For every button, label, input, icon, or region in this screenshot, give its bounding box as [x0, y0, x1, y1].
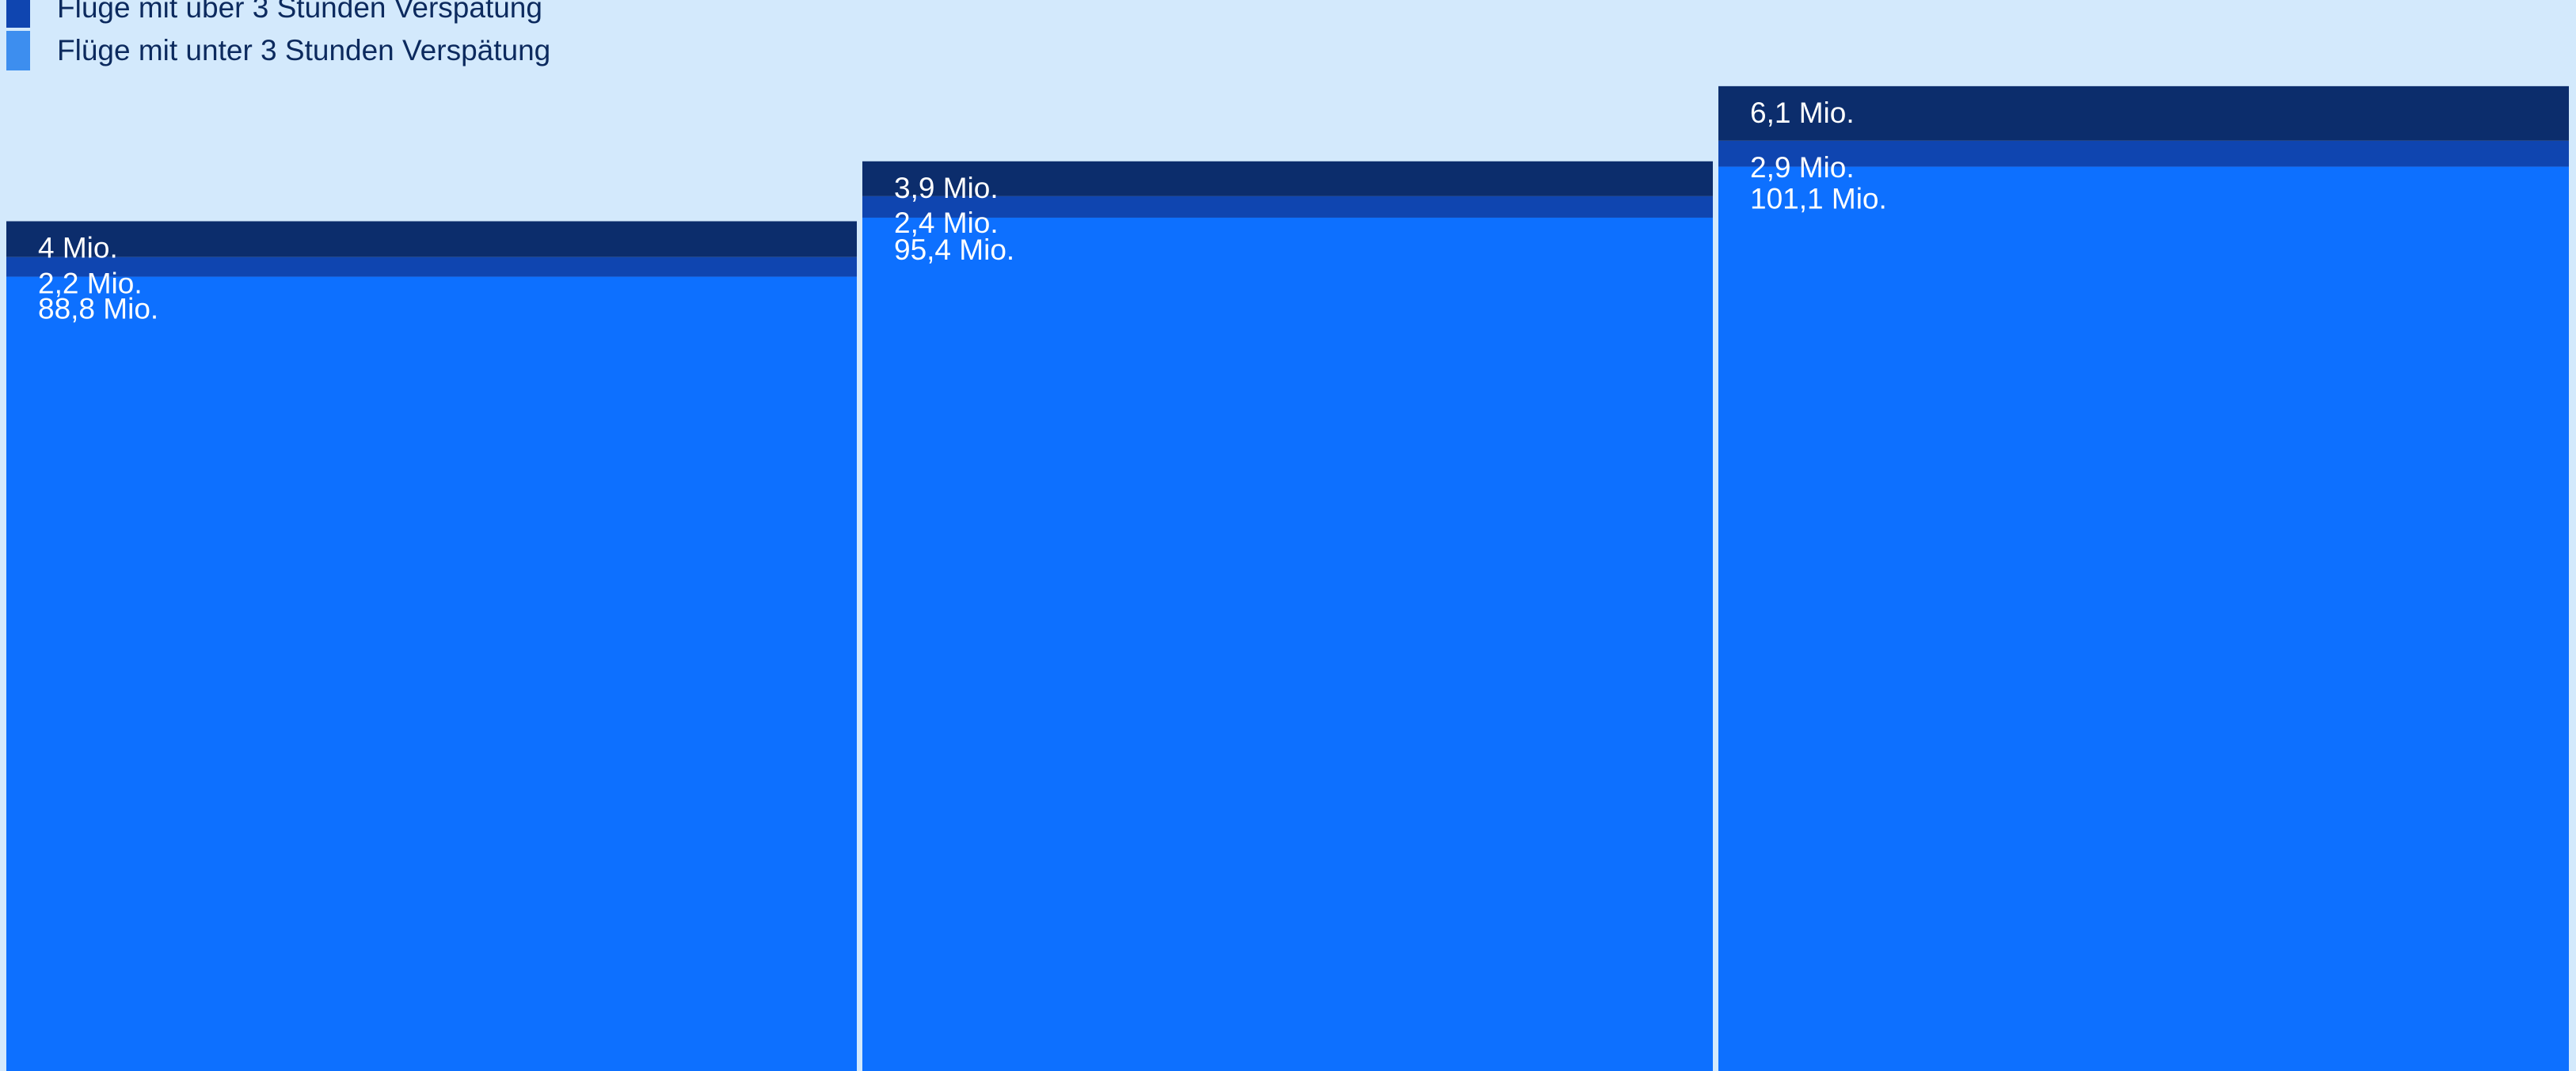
bar-segment-3-col-1 [6, 221, 857, 257]
data-label-2-col-2: 2,4 Mio. [894, 207, 999, 239]
data-label-2-col-1: 2,2 Mio. [38, 268, 143, 300]
data-label-2-col-3: 2,9 Mio. [1750, 151, 1855, 184]
data-label-1-col-3: 101,1 Mio. [1750, 183, 1887, 215]
bar-segment-1-col-3 [1718, 166, 2569, 1071]
stacked-bar-chart: 88,8 Mio.2,2 Mio.4 Mio. 95,4 Mio.2,4 Mio.… [6, 85, 2569, 1071]
data-label-3-col-1: 4 Mio. [38, 232, 118, 264]
data-label-3-col-3: 6,1 Mio. [1750, 97, 1855, 129]
bar-segment-1-col-2 [862, 217, 1713, 1071]
data-label-3-col-2: 3,9 Mio. [894, 172, 999, 204]
bar-segment-1-col-1 [6, 276, 857, 1071]
